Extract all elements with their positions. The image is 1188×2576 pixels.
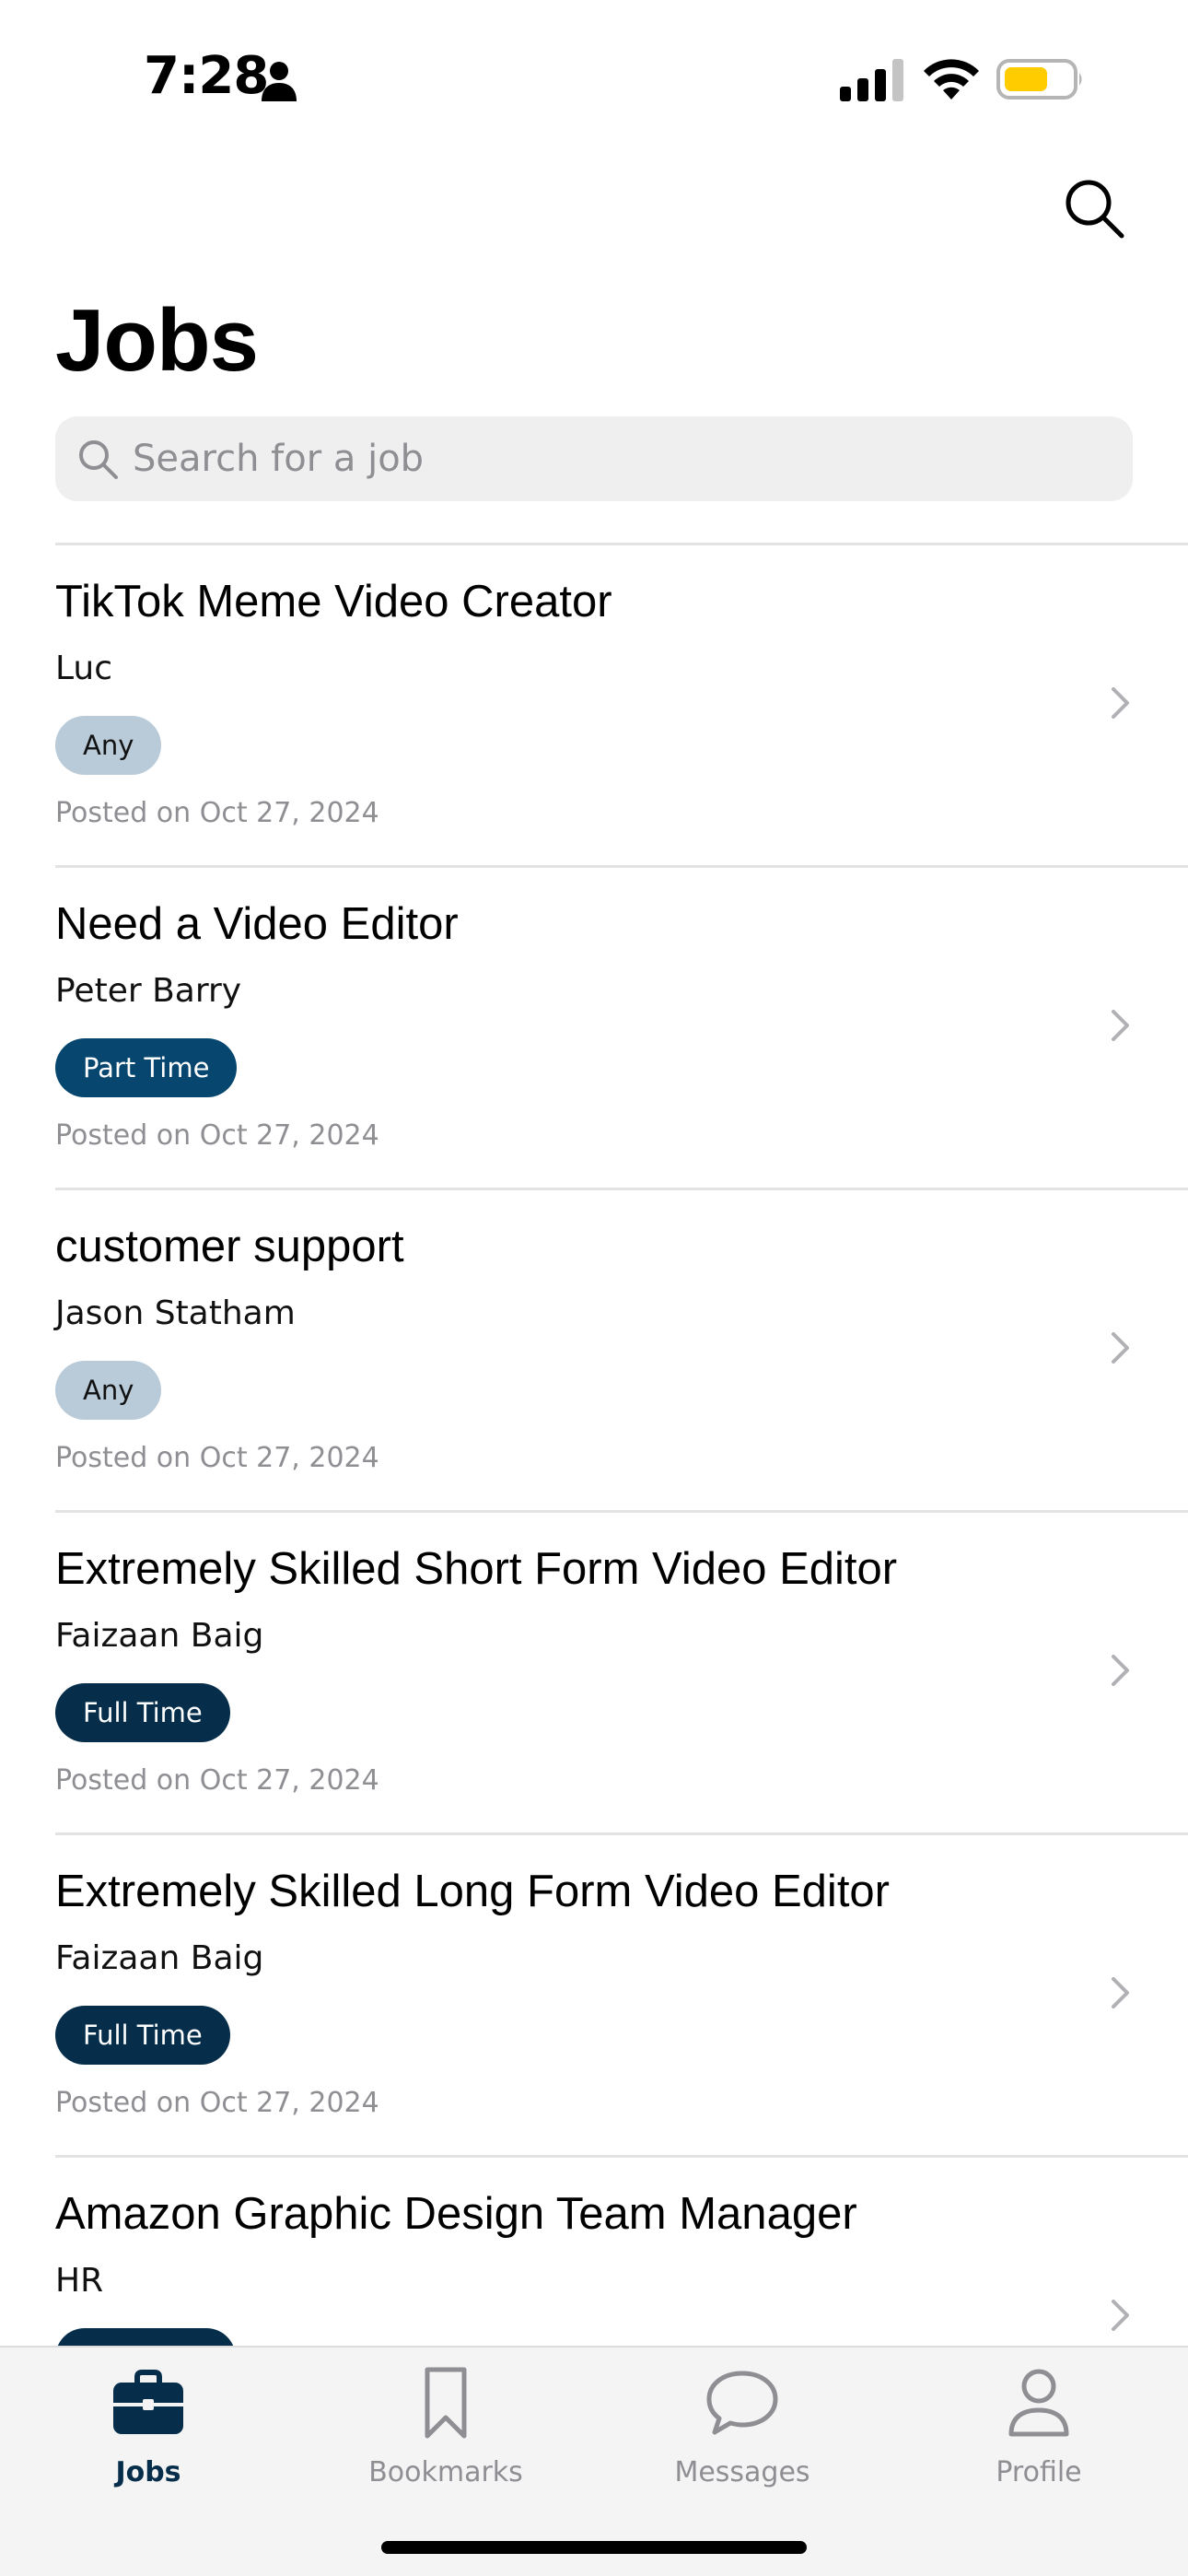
job-title: customer support [55,1222,404,1271]
tab-label: Profile [996,2456,1082,2488]
job-row[interactable]: Amazon Graphic Design Team Manager HR [0,2155,1188,2348]
tab-label: Bookmarks [368,2456,523,2488]
tab-profile[interactable]: Profile [938,2364,1140,2502]
page-title: Jobs [55,291,259,390]
job-list: TikTok Meme Video Creator Luc Any Posted… [0,543,1188,2348]
job-type-badge: Any [55,716,162,775]
job-row[interactable]: TikTok Meme Video Creator Luc Any Posted… [0,543,1188,865]
magnifier-icon [79,440,118,479]
person-icon [1008,2369,1069,2437]
job-posted-date: Posted on Oct 27, 2024 [55,1119,379,1152]
cellular-signal-icon [840,59,903,101]
row-divider [55,1188,1188,1190]
status-bar: 7:28 [0,0,1188,157]
tab-label: Jobs [115,2456,181,2488]
bookmark-icon [425,2367,467,2439]
chevron-right-icon [1112,1010,1129,1041]
job-poster: Jason Statham [55,1294,296,1332]
tab-jobs[interactable]: Jobs [47,2364,250,2502]
job-posted-date: Posted on Oct 27, 2024 [55,1764,379,1797]
row-divider [55,1832,1188,1835]
wifi-icon [924,59,979,100]
chevron-right-icon [1112,1977,1129,2008]
status-time: 7:28 [144,46,269,106]
job-poster: HR [55,2262,104,2300]
row-divider [55,543,1188,545]
job-poster: Peter Barry [55,972,242,1010]
row-divider [55,2155,1188,2158]
jobs-screen: 7:28 Jobs Search for a job TikTok Meme V… [0,0,1188,2576]
job-poster: Faizaan Baig [55,1617,264,1655]
job-posted-date: Posted on Oct 27, 2024 [55,1442,379,1474]
tab-messages[interactable]: Messages [641,2364,844,2502]
search-bar[interactable] [55,416,1133,501]
job-row[interactable]: Need a Video Editor Peter Barry Part Tim… [0,865,1188,1188]
chevron-right-icon [1112,1332,1129,1364]
job-poster: Luc [55,650,113,687]
search-icon[interactable] [1061,175,1127,241]
job-title: TikTok Meme Video Creator [55,577,612,626]
row-divider [55,865,1188,868]
battery-icon [996,59,1082,100]
job-type-badge: Part Time [55,1038,238,1097]
job-type-badge: Any [55,1361,162,1420]
job-poster: Faizaan Baig [55,1939,264,1977]
job-row[interactable]: customer support Jason Statham Any Poste… [0,1188,1188,1510]
job-title: Extremely Skilled Long Form Video Editor [55,1867,890,1916]
search-input[interactable] [133,416,1109,501]
chat-bubble-icon [706,2371,778,2435]
job-posted-date: Posted on Oct 27, 2024 [55,2087,379,2119]
tab-label: Messages [674,2456,810,2488]
job-type-badge: Full Time [55,2006,230,2065]
chevron-right-icon [1112,2300,1129,2331]
job-title: Extremely Skilled Short Form Video Edito… [55,1544,898,1594]
job-row[interactable]: Extremely Skilled Long Form Video Editor… [0,1832,1188,2155]
job-type-badge: Full Time [55,1683,230,1742]
chevron-right-icon [1112,687,1129,719]
tab-bookmarks[interactable]: Bookmarks [344,2364,547,2502]
chevron-right-icon [1112,1655,1129,1686]
home-indicator[interactable] [381,2541,807,2554]
job-title: Need a Video Editor [55,899,459,949]
job-title: Amazon Graphic Design Team Manager [55,2189,857,2239]
briefcase-icon [113,2370,183,2434]
row-divider [55,1510,1188,1513]
job-posted-date: Posted on Oct 27, 2024 [55,797,379,829]
job-row[interactable]: Extremely Skilled Short Form Video Edito… [0,1510,1188,1832]
person-status-icon [262,62,297,101]
